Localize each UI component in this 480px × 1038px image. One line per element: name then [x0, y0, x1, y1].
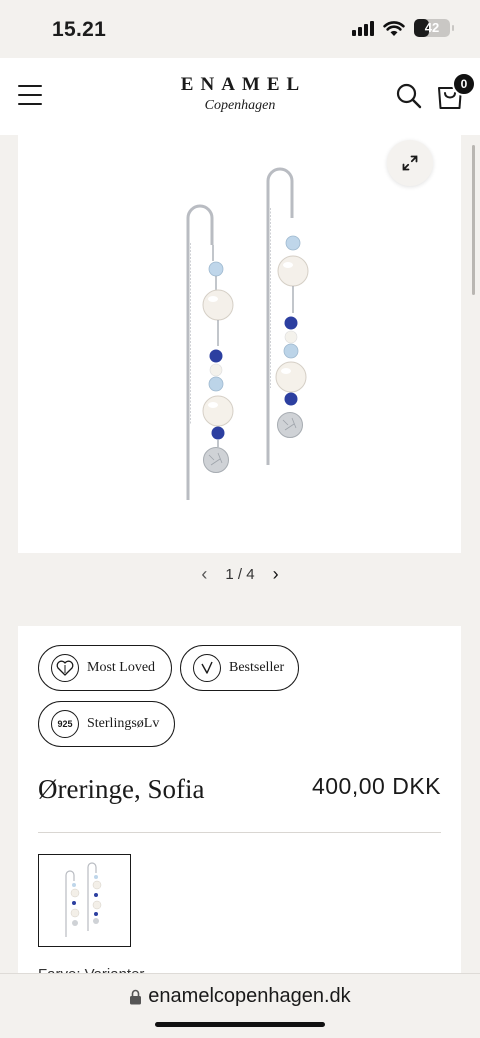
status-icons: 42 — [352, 19, 454, 37]
site-header: ENAMEL Copenhagen — [0, 58, 480, 135]
battery-icon: 42 — [414, 19, 454, 37]
home-indicator[interactable] — [155, 1022, 325, 1027]
search-icon[interactable] — [395, 82, 423, 110]
brand-subtitle: Copenhagen — [204, 98, 276, 113]
expand-icon[interactable] — [387, 140, 433, 186]
badge-sterling-silver: 925 SterlingsøLv — [38, 701, 175, 747]
scrollbar[interactable] — [472, 145, 475, 295]
gallery-position: 1 / 4 — [225, 565, 255, 583]
product-info-card: Most Loved Bestseller 925 SterlingsøLv Ø… — [18, 626, 461, 986]
product-price: 400,00 DKK — [311, 773, 441, 799]
variant-thumbnail[interactable] — [38, 854, 131, 947]
earrings-product-image — [186, 167, 309, 500]
heart-icon — [51, 654, 79, 682]
brand-name: ENAMEL — [180, 74, 307, 95]
menu-icon[interactable] — [18, 85, 42, 105]
brand-logo[interactable]: ENAMEL Copenhagen — [140, 74, 340, 114]
url-display[interactable]: enamelcopenhagen.dk — [0, 985, 480, 1008]
badge-bestseller-label: Bestseller — [229, 660, 285, 675]
checkmark-icon — [193, 654, 221, 682]
gallery-next-button[interactable]: › — [273, 564, 279, 585]
gallery-pager: ‹ 1 / 4 › — [0, 562, 480, 586]
badge-silver-label: SterlingsøLv — [87, 716, 160, 731]
cellular-signal-icon — [352, 20, 374, 36]
badge-most-loved-label: Most Loved — [87, 660, 156, 675]
gallery-prev-button[interactable]: ‹ — [201, 564, 207, 585]
cart-count-badge[interactable]: 0 — [452, 72, 476, 96]
divider — [38, 832, 441, 833]
browser-address-bar[interactable]: enamelcopenhagen.dk — [0, 973, 480, 1038]
badge-most-loved: Most Loved — [38, 645, 172, 691]
silver-925-icon: 925 — [51, 710, 79, 738]
earrings-thumbnail-image — [64, 861, 101, 937]
product-image-gallery[interactable] — [18, 135, 461, 553]
status-time: 15.21 — [52, 18, 107, 41]
battery-level: 42 — [424, 20, 440, 35]
status-bar: 15.21 42 — [0, 0, 480, 58]
wifi-icon — [383, 20, 405, 36]
product-title: Øreringe, Sofia — [38, 774, 205, 804]
badge-bestseller: Bestseller — [180, 645, 299, 691]
url-text: enamelcopenhagen.dk — [148, 985, 351, 1007]
lock-icon — [130, 989, 142, 1004]
